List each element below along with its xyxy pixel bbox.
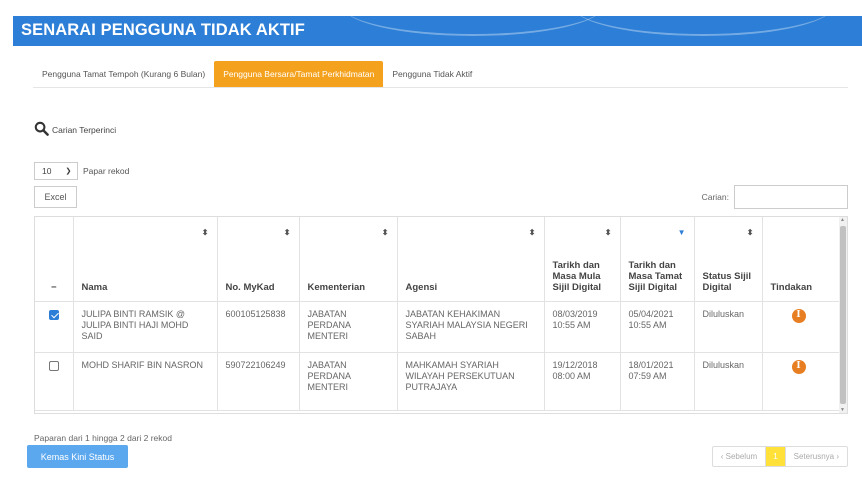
scroll-up-icon[interactable]: ▲ [840, 217, 845, 223]
sort-icon: ⬍ [604, 228, 612, 237]
sort-icon: ⬍ [528, 228, 536, 237]
cell-agensi: JABATAN KEHAKIMAN SYARIAH MALAYSIA NEGER… [397, 301, 545, 353]
sort-icon: ⬍ [746, 228, 754, 237]
tab-expired-users[interactable]: Pengguna Tamat Tempoh (Kurang 6 Bulan) [33, 61, 214, 87]
excel-export-button[interactable]: Excel [34, 186, 77, 208]
column-header-nama[interactable]: ⬍ Nama [73, 217, 218, 302]
cell-mula: 08/03/2019 10:55 AM [544, 301, 621, 353]
cell-nama: JULIPA BINTI RAMSIK @ JULIPA BINTI HAJI … [73, 301, 218, 353]
column-header-mula[interactable]: ⬍ Tarikh dan Masa Mula Sijil Digital [544, 217, 621, 302]
cell-tindakan: i [762, 352, 842, 411]
cell-status: Diluluskan [694, 352, 763, 411]
pagination: ‹ Sebelum 1 Seterusnya › [711, 446, 848, 467]
page-length-select[interactable]: 10 ❯ [34, 162, 78, 180]
page-header: SENARAI PENGGUNA TIDAK AKTIF [13, 16, 862, 46]
select-all-header[interactable]: − [35, 217, 74, 302]
scrollbar-thumb[interactable] [840, 226, 846, 404]
column-label: Kementerian [307, 281, 366, 293]
table-search: Carian: [702, 185, 848, 209]
update-status-button[interactable]: Kemas Kini Status [27, 445, 128, 468]
sort-icon: ⬍ [381, 228, 389, 237]
tab-bar: Pengguna Tamat Tempoh (Kurang 6 Bulan) P… [33, 61, 481, 87]
page-length-control: 10 ❯ Papar rekod [34, 162, 129, 180]
search-icon [34, 121, 49, 136]
page-length-value: 10 [42, 166, 52, 176]
row-checkbox[interactable] [48, 309, 59, 320]
column-header-agensi[interactable]: ⬍ Agensi [397, 217, 545, 302]
header-decoration [573, 16, 833, 36]
cell-mykad: 600105125838 [217, 301, 300, 353]
row-select-cell [35, 301, 74, 353]
cell-tamat: 18/01/2021 07:59 AM [620, 352, 695, 411]
column-label: Agensi [405, 281, 438, 293]
tab-inactive-users[interactable]: Pengguna Tidak Aktif [383, 61, 481, 87]
cell-kementerian: JABATAN PERDANA MENTERI [299, 301, 398, 353]
cell-tindakan: i [762, 301, 842, 353]
users-table-container: − ⬍ Nama ⬍ No. MyKad ⬍ Kementerian ⬍ Agensi … [34, 216, 848, 414]
cell-mykad: 590722106249 [217, 352, 300, 411]
column-label: Tarikh dan Masa Tamat Sijil Digital [628, 259, 683, 293]
sort-desc-icon: ▼ [677, 228, 686, 237]
column-header-tamat[interactable]: ▼ Tarikh dan Masa Tamat Sijil Digital [620, 217, 695, 302]
column-header-status[interactable]: ⬍ Status Sijil Digital [694, 217, 763, 302]
sort-icon: ⬍ [201, 228, 209, 237]
table-info: Paparan dari 1 hingga 2 dari 2 rekod [34, 433, 172, 443]
table-row: MOHD SHARIF BIN NASRON 590722106249 JABA… [35, 352, 842, 411]
cell-nama: MOHD SHARIF BIN NASRON [73, 352, 218, 411]
cell-status: Diluluskan [694, 301, 763, 353]
column-label: No. MyKad [225, 281, 275, 293]
search-input[interactable] [734, 185, 848, 209]
column-header-tindakan: Tindakan [762, 217, 842, 302]
row-select-cell [35, 352, 74, 411]
sort-icon: ⬍ [283, 228, 291, 237]
table-header-row: − ⬍ Nama ⬍ No. MyKad ⬍ Kementerian ⬍ Agensi … [35, 217, 842, 302]
table-scrollbar[interactable]: ▲ ▼ [839, 217, 847, 413]
header-decoration [343, 16, 603, 36]
cell-kementerian: JABATAN PERDANA MENTERI [299, 352, 398, 411]
row-checkbox[interactable] [48, 360, 59, 371]
tab-retired-users[interactable]: Pengguna Bersara/Tamat Perkhidmatan [214, 61, 384, 87]
users-table: − ⬍ Nama ⬍ No. MyKad ⬍ Kementerian ⬍ Agensi … [35, 217, 842, 411]
next-page-button[interactable]: Seterusnya › [786, 447, 847, 466]
scroll-down-icon[interactable]: ▼ [840, 407, 845, 413]
cell-agensi: MAHKAMAH SYARIAH WILAYAH PERSEKUTUAN PUT… [397, 352, 545, 411]
column-header-kementerian[interactable]: ⬍ Kementerian [299, 217, 398, 302]
chevron-down-icon: ❯ [65, 168, 72, 175]
info-icon[interactable]: i [791, 308, 806, 323]
column-label: Tindakan [770, 281, 813, 293]
page-length-label: Papar rekod [83, 166, 130, 176]
select-all-label: − [50, 281, 57, 293]
column-label: Status Sijil Digital [702, 270, 752, 293]
cell-mula: 19/12/2018 08:00 AM [544, 352, 621, 411]
info-icon[interactable]: i [791, 359, 806, 374]
cell-tamat: 05/04/2021 10:55 AM [620, 301, 695, 353]
current-page-button[interactable]: 1 [765, 447, 786, 466]
advanced-search-link[interactable]: Carian Terperinci [34, 121, 116, 136]
column-label: Tarikh dan Masa Mula Sijil Digital [552, 259, 602, 293]
column-label: Nama [81, 281, 108, 293]
search-label: Carian: [701, 192, 729, 202]
column-header-mykad[interactable]: ⬍ No. MyKad [217, 217, 300, 302]
previous-page-button[interactable]: ‹ Sebelum [713, 447, 765, 466]
advanced-search-label: Carian Terperinci [52, 125, 117, 135]
page-title: SENARAI PENGGUNA TIDAK AKTIF [21, 21, 305, 39]
tab-divider [33, 87, 848, 88]
table-row: JULIPA BINTI RAMSIK @ JULIPA BINTI HAJI … [35, 301, 842, 353]
